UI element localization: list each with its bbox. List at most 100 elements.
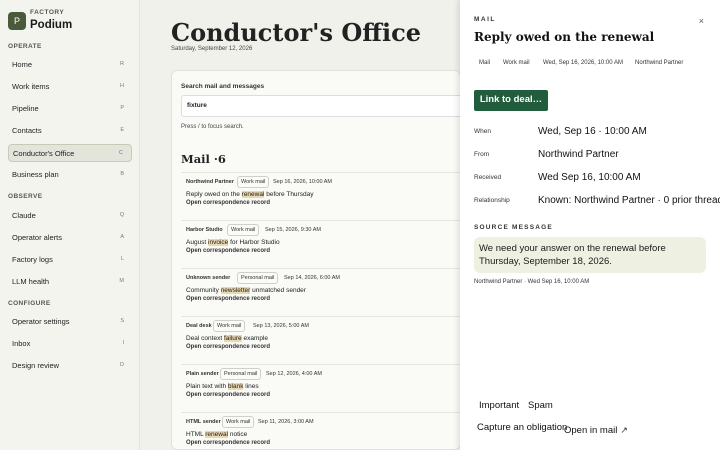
spam-button[interactable]: Spam [528, 400, 553, 411]
field-value: Wed Sep 16, 10:00 AM [538, 172, 641, 183]
brand-name: Podium [30, 19, 73, 31]
mail-time: Sep 13, 2026, 5:00 AM [253, 323, 309, 329]
sidebar-item-business-plan[interactable]: Business plan B [8, 166, 132, 184]
brand-logo: P [8, 12, 26, 30]
search-highlight: invoice [208, 239, 229, 246]
source-message: We need your answer on the renewal befor… [474, 237, 706, 273]
mail-subject: August invoice for Harbor Studio [186, 239, 280, 246]
open-in-mail-label: Open in mail [564, 425, 618, 436]
field-value: Known: Northwind Partner · 0 prior threa… [538, 195, 720, 206]
search-input[interactable]: fixture [181, 95, 460, 117]
mail-time: Sep 12, 2026, 4:00 AM [266, 371, 322, 377]
open-in-mail-link[interactable]: Open in mail ↗ [564, 425, 628, 436]
open-record-link[interactable]: Open correspondence record [186, 440, 270, 446]
drawer-kicker: MAIL [474, 16, 496, 23]
mail-time: Sep 16, 2026, 10:00 AM [273, 179, 333, 185]
sidebar-item-inbox[interactable]: Inbox I [8, 335, 132, 353]
mail-type-badge: Work mail [222, 416, 255, 428]
shortcut-key: M [119, 278, 124, 284]
mail-type-badge: Work mail [213, 320, 246, 332]
shortcut-key: I [122, 340, 124, 346]
field-label: Received [474, 174, 502, 181]
capture-obligation-button[interactable]: Capture an obligation [477, 422, 567, 433]
sidebar-item-label: Conductor's Office [13, 149, 75, 158]
mail-subject: Reply owed on the renewal before Thursda… [186, 191, 314, 198]
search-highlight: renewal [241, 191, 265, 198]
sidebar-item-label: Operator alerts [12, 233, 63, 242]
sidebar-item-label: Home [12, 60, 33, 69]
sidebar-item-work-items[interactable]: Work items H [8, 78, 132, 96]
drawer-title: Reply owed on the renewal [474, 30, 655, 44]
mail-type-badge: Work mail [237, 176, 270, 188]
field-label: From [474, 151, 490, 158]
mail-heading: Mail ·6 [181, 152, 226, 166]
open-record-link[interactable]: Open correspondence record [186, 296, 270, 302]
mail-type-badge: Personal mail [220, 368, 262, 380]
mail-detail-drawer: MAIL × Reply owed on the renewal Mail Wo… [460, 0, 720, 450]
main-content: Conductor's Office Saturday, September 1… [141, 0, 460, 450]
search-label: Search mail and messages [181, 83, 265, 90]
mail-sender: Unknown sender [186, 275, 231, 281]
mail-row[interactable]: Northwind Partner Work mail Sep 16, 2026… [181, 172, 460, 220]
field-label: Relationship [474, 197, 510, 204]
mail-row[interactable]: Harbor Studio Work mail Sep 15, 2026, 9:… [181, 220, 460, 268]
shortcut-key: S [120, 318, 124, 324]
mail-subject: Community newsletter unmatched sender [186, 287, 306, 294]
mail-subject: Deal context failure example [186, 335, 269, 342]
mail-subject: HTML renewal notice [186, 431, 248, 438]
sidebar-item-factory-logs[interactable]: Factory logs L [8, 251, 132, 269]
open-record-link[interactable]: Open correspondence record [186, 392, 270, 398]
sidebar-item-label: Pipeline [12, 104, 39, 113]
meta-type: Mail [479, 60, 491, 66]
mail-card: Search mail and messages fixture Press /… [171, 70, 460, 450]
meta-badge: Work mail [503, 60, 530, 66]
section-label-configure: CONFIGURE [8, 300, 51, 307]
open-record-link[interactable]: Open correspondence record [186, 200, 270, 206]
shortcut-key: L [120, 256, 124, 262]
mail-time: Sep 14, 2026, 6:00 AM [284, 275, 340, 281]
sidebar-item-label: Business plan [12, 170, 59, 179]
sidebar-item-design-review[interactable]: Design review D [8, 357, 132, 375]
meta-from: Northwind Partner [635, 60, 684, 66]
sidebar: P FACTORY Podium OPERATE Home R Work item… [0, 0, 140, 450]
mail-sender: HTML sender [186, 419, 221, 425]
sidebar-item-label: Contacts [12, 126, 42, 135]
shortcut-key: P [120, 105, 124, 111]
sidebar-item-conductors-office[interactable]: Conductor's Office C [8, 144, 132, 162]
mail-sender: Northwind Partner [186, 179, 234, 185]
shortcut-key: Q [119, 212, 124, 218]
sidebar-item-claude[interactable]: Claude Q [8, 207, 132, 225]
search-highlight: newsletter [220, 287, 251, 294]
search-highlight: failure [223, 335, 242, 342]
sidebar-item-label: Operator settings [12, 317, 70, 326]
sidebar-item-pipeline[interactable]: Pipeline P [8, 100, 132, 118]
sidebar-item-contacts[interactable]: Contacts E [8, 122, 132, 140]
sidebar-item-operator-settings[interactable]: Operator settings S [8, 313, 132, 331]
shortcut-key: B [120, 171, 124, 177]
mail-sender: Harbor Studio [186, 227, 223, 233]
sidebar-item-operator-alerts[interactable]: Operator alerts A [8, 229, 132, 247]
link-to-deal-button[interactable]: Link to deal… [474, 90, 548, 111]
mail-sender: Plain sender [186, 371, 219, 377]
mail-row[interactable]: Deal desk Work mail Sep 13, 2026, 5:00 A… [181, 316, 460, 364]
sidebar-item-home[interactable]: Home R [8, 56, 132, 74]
shortcut-key: R [120, 61, 124, 67]
search-highlight: blank [227, 383, 244, 390]
close-icon[interactable]: × [699, 16, 704, 26]
field-value: Wed, Sep 16 · 10:00 AM [538, 126, 647, 137]
field-label: When [474, 128, 491, 135]
section-label-operate: OPERATE [8, 43, 42, 50]
shortcut-key: E [120, 127, 124, 133]
sidebar-item-label: Claude [12, 211, 36, 220]
sidebar-item-llm-health[interactable]: LLM health M [8, 273, 132, 291]
important-button[interactable]: Important [479, 400, 519, 411]
section-label-observe: OBSERVE [8, 193, 43, 200]
mail-subject: Plain text with blank lines [186, 383, 259, 390]
sidebar-item-label: Design review [12, 361, 60, 370]
mail-row[interactable]: Unknown sender Personal mail Sep 14, 202… [181, 268, 460, 316]
mail-row[interactable]: Plain sender Personal mail Sep 12, 2026,… [181, 364, 460, 412]
open-record-link[interactable]: Open correspondence record [186, 248, 270, 254]
open-record-link[interactable]: Open correspondence record [186, 344, 270, 350]
shortcut-key: A [120, 234, 124, 240]
mail-row[interactable]: HTML sender Work mail Sep 11, 2026, 3:00… [181, 412, 460, 450]
